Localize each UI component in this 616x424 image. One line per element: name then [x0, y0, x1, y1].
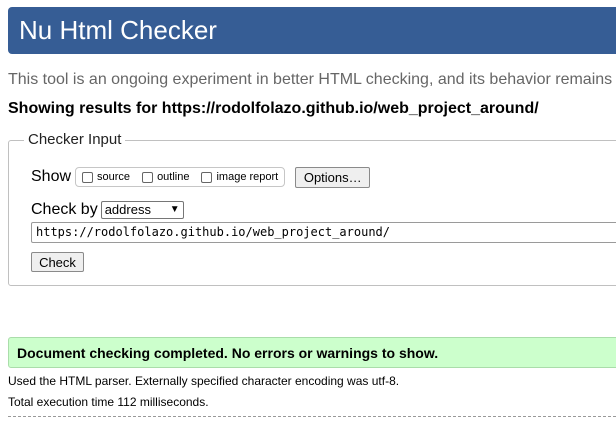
show-options-group: source outline image report	[75, 167, 286, 187]
check-by-select-value: address	[104, 202, 151, 217]
check-by-select[interactable]: address ▼	[100, 201, 184, 219]
image-report-checkbox[interactable]	[201, 171, 213, 183]
outline-option[interactable]: outline	[142, 171, 189, 183]
check-by-label: Check by	[31, 201, 98, 218]
check-button[interactable]: Check	[31, 252, 84, 272]
execution-time: Total execution time 112 milliseconds.	[8, 395, 209, 409]
options-button[interactable]: Options…	[295, 166, 371, 188]
results-heading: Showing results for https://rodolfolazo.…	[8, 100, 539, 117]
success-message-box: Document checking completed. No errors o…	[8, 337, 616, 368]
title-bar: Nu Html Checker	[8, 7, 616, 54]
page-title: Nu Html Checker	[19, 15, 217, 45]
url-input[interactable]: https://rodolfolazo.github.io/web_projec…	[31, 222, 616, 243]
page: Nu Html Checker This tool is an ongoing …	[0, 0, 616, 424]
image-report-option[interactable]: image report	[201, 171, 278, 183]
show-label: Show	[31, 168, 72, 185]
check-by-row: Check by address ▼	[31, 199, 184, 221]
show-row: Show source outline image report Options…	[31, 165, 371, 189]
intro-text: This tool is an ongoing experiment in be…	[8, 71, 613, 88]
source-checkbox[interactable]	[82, 171, 94, 183]
image-report-checkbox-label: image report	[216, 171, 279, 183]
success-message: Document checking completed. No errors o…	[17, 345, 439, 361]
parser-info: Used the HTML parser. Externally specifi…	[8, 374, 400, 388]
source-option[interactable]: source	[82, 171, 130, 183]
checker-input-legend: Checker Input	[24, 131, 126, 148]
divider	[8, 416, 616, 417]
source-checkbox-label: source	[97, 171, 131, 183]
outline-checkbox[interactable]	[142, 171, 154, 183]
chevron-down-icon: ▼	[169, 204, 180, 215]
outline-checkbox-label: outline	[157, 171, 190, 183]
checker-input-fieldset: Checker Input Show source outline image …	[8, 131, 616, 286]
